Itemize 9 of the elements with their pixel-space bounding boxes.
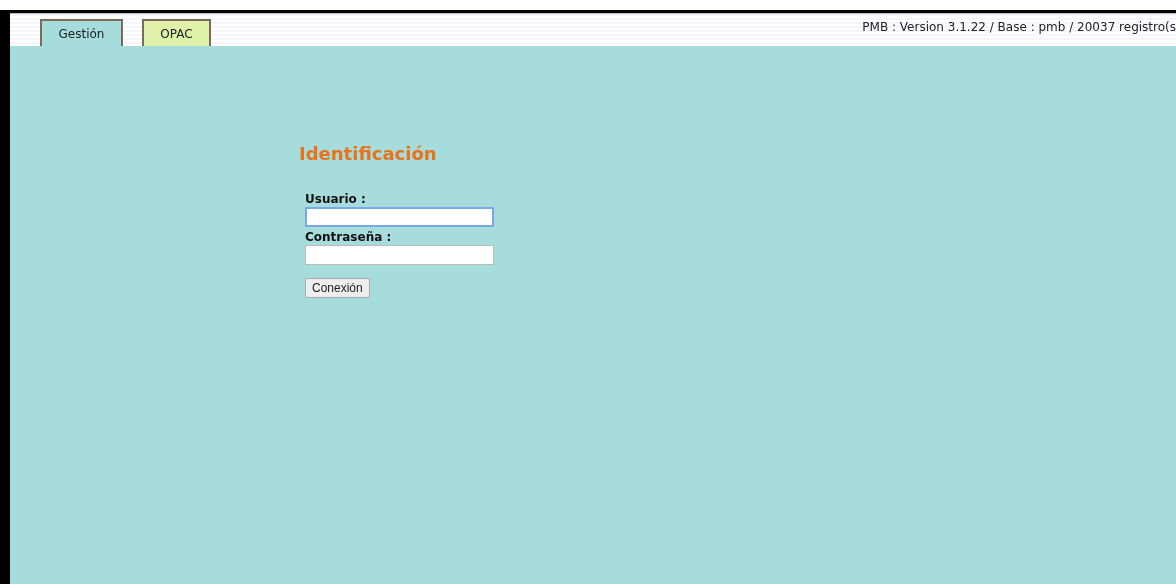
login-button[interactable]: Conexión [305, 278, 370, 298]
tab[interactable]: OPAC [142, 19, 211, 46]
login-title: Identificación [299, 142, 438, 166]
tab[interactable]: Gestión [40, 19, 123, 46]
field-label: Usuario : [305, 192, 366, 207]
version-info: PMB : Version 3.1.22 / Base : pmb / 20037 registro(s [862, 19, 1176, 36]
field-label: Contraseña : [305, 230, 392, 245]
input-field[interactable] [305, 207, 494, 227]
input-field[interactable] [305, 245, 494, 265]
